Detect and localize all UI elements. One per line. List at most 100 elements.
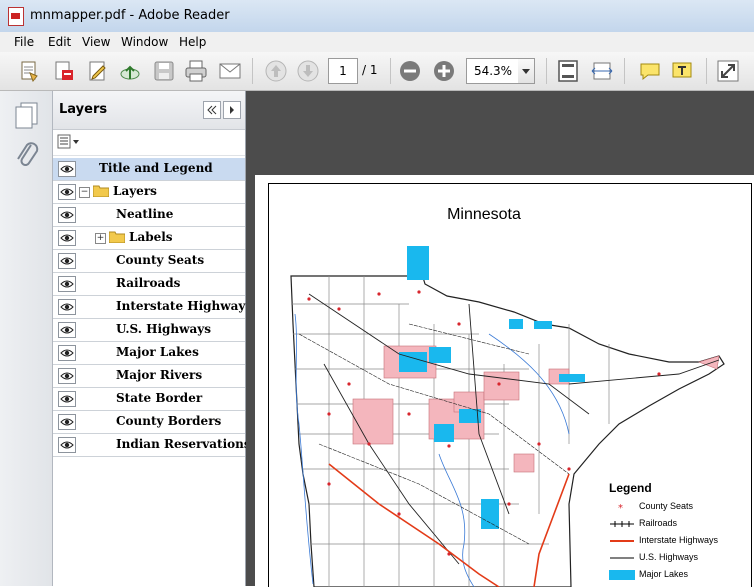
layers-panel: Layers Title and Legend − Layers Neatline + L… (53, 91, 251, 586)
comment-icon[interactable] (638, 59, 662, 83)
layer-label: State Border (116, 391, 203, 405)
layer-label: Labels (129, 230, 173, 244)
layer-row[interactable]: + Labels (53, 227, 245, 250)
layer-label: Layers (113, 184, 157, 198)
email-icon[interactable] (218, 59, 242, 83)
legend-item-railroads: Railroads (609, 517, 749, 534)
open-icon[interactable] (18, 59, 42, 83)
eye-visibility-icon[interactable] (58, 161, 76, 177)
eye-visibility-icon[interactable] (58, 414, 76, 430)
next-page-icon[interactable] (296, 59, 320, 83)
map-legend: Legend * County Seats Railroads Intersta… (609, 481, 749, 585)
layer-row[interactable]: U.S. Highways (53, 319, 245, 342)
collapse-tree-toggle[interactable]: − (79, 187, 90, 198)
layer-label: County Borders (116, 414, 222, 428)
layer-label: Major Lakes (116, 345, 199, 359)
print-icon[interactable] (184, 59, 208, 83)
panel-menu-arrow-button[interactable] (223, 101, 241, 119)
layer-row[interactable]: County Seats (53, 250, 245, 273)
eye-visibility-icon[interactable] (58, 391, 76, 407)
eye-visibility-icon[interactable] (58, 368, 76, 384)
toolbar-separator (390, 58, 391, 84)
layers-tree: Title and Legend − Layers Neatline + Labels Co… (53, 158, 251, 457)
collapse-panel-button[interactable] (203, 101, 221, 119)
layer-row[interactable]: Title and Legend (53, 158, 245, 181)
legend-item-us-highways: U.S. Highways (609, 551, 749, 568)
legend-label: Railroads (639, 518, 678, 528)
page-count: / 1 (362, 63, 378, 77)
legend-label: U.S. Highways (639, 552, 699, 562)
layer-row[interactable]: Interstate Highway (53, 296, 245, 319)
legend-item-interstate-highways: Interstate Highways (609, 534, 749, 551)
toolbar-separator (706, 58, 707, 84)
layer-row[interactable]: Major Rivers (53, 365, 245, 388)
fit-width-icon[interactable] (590, 59, 614, 83)
eye-visibility-icon[interactable] (58, 253, 76, 269)
legend-label: County Seats (639, 501, 694, 511)
navigation-pane-strip (0, 91, 53, 586)
layer-row[interactable]: State Border (53, 388, 245, 411)
zoom-in-icon[interactable] (432, 59, 456, 83)
eye-visibility-icon[interactable] (58, 322, 76, 338)
window-title-bar: mnmapper.pdf - Adobe Reader (0, 0, 754, 32)
zoom-out-icon[interactable] (398, 59, 422, 83)
toolbar-separator (546, 58, 547, 84)
save-icon[interactable] (152, 59, 176, 83)
zoom-dropdown-button[interactable] (518, 58, 535, 84)
legend-title: Legend (609, 481, 652, 495)
eye-visibility-icon[interactable] (58, 276, 76, 292)
map-page-content: Minnesota Legend * County Seats Railroad… (268, 183, 752, 587)
create-pdf-icon[interactable] (52, 59, 76, 83)
attachments-paperclip-icon[interactable] (10, 137, 44, 171)
layer-row[interactable]: Major Lakes (53, 342, 245, 365)
page-thumbnails-icon[interactable] (10, 99, 44, 133)
menu-file[interactable]: File (14, 35, 34, 49)
layer-row[interactable]: Railroads (53, 273, 245, 296)
expand-tree-toggle[interactable]: + (95, 233, 106, 244)
legend-item-major-lakes: Major Lakes (609, 568, 749, 585)
layer-label: Title and Legend (99, 161, 213, 175)
menu-edit[interactable]: Edit (48, 35, 71, 49)
menu-view[interactable]: View (82, 35, 110, 49)
full-screen-icon[interactable] (716, 59, 740, 83)
layers-panel-title: Layers (59, 102, 108, 117)
layers-options-menu-icon[interactable] (57, 134, 81, 150)
eye-visibility-icon[interactable] (58, 230, 76, 246)
legend-label: Major Lakes (639, 569, 689, 579)
legend-item-county-seats: * County Seats (609, 500, 749, 517)
page-number-input[interactable]: 1 (328, 58, 358, 84)
upload-cloud-icon[interactable] (118, 59, 142, 83)
zoom-level-input[interactable]: 54.3% (466, 58, 520, 84)
layer-label: Railroads (116, 276, 181, 290)
eye-visibility-icon[interactable] (58, 437, 76, 453)
menu-bar: File Edit View Window Help (0, 32, 754, 53)
eye-visibility-icon[interactable] (58, 299, 76, 315)
folder-icon (108, 231, 126, 244)
eye-visibility-icon[interactable] (58, 345, 76, 361)
layer-row[interactable]: Neatline (53, 204, 245, 227)
layer-row[interactable]: County Borders (53, 411, 245, 434)
layers-panel-header: Layers (53, 91, 245, 130)
folder-icon (92, 185, 110, 198)
window-title: mnmapper.pdf - Adobe Reader (30, 8, 230, 23)
layer-label: Major Rivers (116, 368, 203, 382)
eye-visibility-icon[interactable] (58, 207, 76, 223)
legend-label: Interstate Highways (639, 535, 719, 545)
previous-page-icon[interactable] (264, 59, 288, 83)
sign-edit-icon[interactable] (86, 59, 110, 83)
layer-label: Neatline (116, 207, 174, 221)
eye-visibility-icon[interactable] (58, 184, 76, 200)
layer-row[interactable]: Indian Reservations (53, 434, 251, 457)
layer-label: County Seats (116, 253, 205, 267)
layers-options-bar (53, 129, 245, 156)
svg-text:*: * (618, 503, 623, 512)
layer-label: U.S. Highways (116, 322, 211, 336)
menu-window[interactable]: Window (121, 35, 168, 49)
layer-label: Interstate Highway (116, 299, 246, 313)
highlight-text-icon[interactable] (670, 59, 694, 83)
toolbar-separator (624, 58, 625, 84)
menu-help[interactable]: Help (179, 35, 206, 49)
layer-row[interactable]: − Layers (53, 181, 245, 204)
fit-page-icon[interactable] (556, 59, 580, 83)
layer-label: Indian Reservations (116, 437, 251, 451)
